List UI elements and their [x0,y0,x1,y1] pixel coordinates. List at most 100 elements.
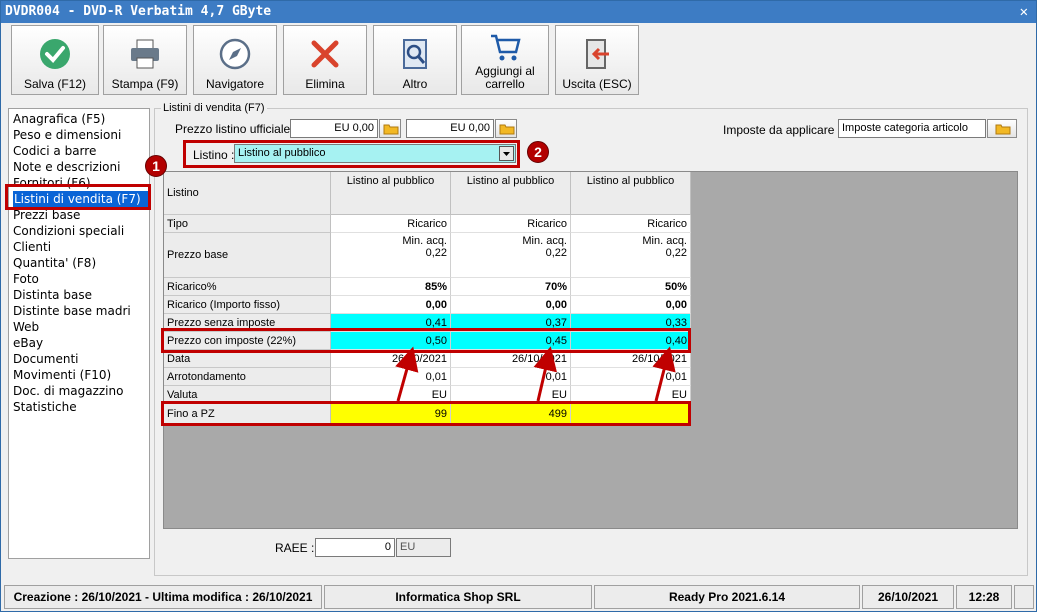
grid-cell[interactable]: 0,01 [451,368,571,386]
grid-cell[interactable]: Ricarico [331,215,451,233]
sidebar-item[interactable]: Fornitori (F6) [13,175,91,191]
sidebar-item[interactable]: Distinta base [13,287,92,303]
grid-cell[interactable]: EU [331,386,451,404]
exit-button[interactable]: Uscita (ESC) [555,25,639,95]
exit-label: Uscita (ESC) [562,77,632,91]
sidebar-item[interactable]: Documenti [13,351,79,367]
listino-select[interactable]: Listino al pubblico [234,144,516,163]
grid-cell[interactable]: 0,41 [331,314,451,332]
grid-cell[interactable]: EU [451,386,571,404]
grid-cell[interactable]: Min. acq. 0,22 [451,233,571,278]
add-to-cart-button[interactable]: Aggiungi al carrello [461,25,549,95]
grid-cell[interactable]: 0,01 [571,368,691,386]
grid-cell[interactable]: 26/10/2021 [571,350,691,368]
navigator-button[interactable]: Navigatore [193,25,277,95]
printer-icon [131,39,159,69]
magnifier-doc-icon [403,39,427,69]
grid-cell[interactable]: 0,45 [451,332,571,350]
grid-row-label: Fino a PZ [164,404,331,425]
folder-button-1[interactable] [379,119,401,138]
main-window: DVDR004 - DVD-R Verbatim 4,7 GByte ✕ Sal… [0,0,1037,612]
official-price-input-2[interactable]: EU 0,00 [406,119,494,138]
status-version: Ready Pro 2021.6.14 [594,585,860,609]
grid-column-header[interactable]: Listino al pubblico [331,172,451,215]
status-created: Creazione : 26/10/2021 - Ultima modifica… [4,585,322,609]
grid-cell[interactable]: 0,00 [451,296,571,314]
folder-button-2[interactable] [495,119,517,138]
grid-row-label: Prezzo con imposte (22%) [164,332,331,350]
official-price-label: Prezzo listino ufficiale : [175,122,297,136]
raee-input[interactable]: 0 [315,538,395,557]
grid-cell[interactable]: 0,01 [331,368,451,386]
close-icon[interactable]: ✕ [1020,1,1028,23]
other-label: Altro [402,77,428,91]
folder-icon [499,124,515,135]
grid-column-header[interactable]: Listino al pubblico [571,172,691,215]
grid-cell[interactable]: 85% [331,278,451,296]
grid-cell[interactable]: 0,00 [571,296,691,314]
grid-row-label: Prezzo base [164,233,331,278]
grid-cell[interactable]: 26/10/2021 [451,350,571,368]
save-label: Salva (F12) [23,77,87,91]
grid-cell[interactable]: 0,40 [571,332,691,350]
sidebar-item[interactable]: Listini di vendita (F7) [13,191,149,207]
grid-cell[interactable]: Ricarico [571,215,691,233]
grid-cell[interactable]: 0,33 [571,314,691,332]
delete-x-icon [311,40,339,68]
grid-cell[interactable]: 0,00 [331,296,451,314]
sidebar-item[interactable]: Distinte base madri [13,303,131,319]
sidebar-item[interactable]: Condizioni speciali [13,223,124,239]
sidebar-item[interactable]: Doc. di magazzino [13,383,123,399]
grid-cell[interactable]: 50% [571,278,691,296]
grid-cell[interactable]: 70% [451,278,571,296]
status-date: 26/10/2021 [862,585,954,609]
sidebar-item[interactable]: Clienti [13,239,51,255]
grid-cell[interactable] [571,404,691,425]
grid-cell[interactable]: EU [571,386,691,404]
sidebar-item[interactable]: Statistiche [13,399,77,415]
navigator-label: Navigatore [205,77,265,91]
sidebar-item[interactable]: Codici a barre [13,143,96,159]
sidebar-item[interactable]: Note e descrizioni [13,159,120,175]
grid-column-header[interactable]: Listino al pubblico [451,172,571,215]
grid-cell[interactable]: 0,37 [451,314,571,332]
add-to-cart-label-2: carrello [485,77,525,91]
grid-cell[interactable]: 499 [451,404,571,425]
taxes-folder-button[interactable] [987,119,1017,138]
sidebar-item[interactable]: Peso e dimensioni [13,127,121,143]
official-price-input-1[interactable]: EU 0,00 [290,119,378,138]
panel-title: Listini di vendita (F7) [161,102,267,114]
grid-row-label: Ricarico (Importo fisso) [164,296,331,314]
delete-label: Elimina [305,77,345,91]
annotation-badge-2: 2 [527,141,549,163]
save-button[interactable]: Salva (F12) [11,25,99,95]
grid-cell[interactable]: Min. acq. 0,22 [571,233,691,278]
chevron-down-icon[interactable] [499,146,514,161]
grid-cell[interactable]: 0,50 [331,332,451,350]
grid-corner-label: Listino [164,172,331,215]
grid-row-label: Prezzo senza imposte [164,314,331,332]
sidebar-item[interactable]: Prezzi base [13,207,80,223]
taxes-label: Imposte da applicare : [723,123,842,137]
grid-cell[interactable]: 99 [331,404,451,425]
sidebar-item[interactable]: Anagrafica (F5) [13,111,105,127]
sidebar-item[interactable]: Movimenti (F10) [13,367,111,383]
status-company: Informatica Shop SRL [324,585,592,609]
grid-cell[interactable]: Ricarico [451,215,571,233]
grid-cell[interactable]: 26/10/2021 [331,350,451,368]
grid-row-label: Ricarico% [164,278,331,296]
price-grid: Listino Listino al pubblico Listino al pub… [163,171,1018,529]
sidebar-item[interactable]: Web [13,319,39,335]
delete-button[interactable]: Elimina [283,25,367,95]
listino-label: Listino : [193,148,235,162]
grid-cell[interactable]: Min. acq. 0,22 [331,233,451,278]
raee-label: RAEE : [275,541,315,555]
cart-icon [491,34,521,61]
grid-row-label: Data [164,350,331,368]
sidebar-item[interactable]: Foto [13,271,39,287]
sidebar-item[interactable]: eBay [13,335,43,351]
other-button[interactable]: Altro [373,25,457,95]
print-button[interactable]: Stampa (F9) [103,25,187,95]
taxes-input[interactable]: Imposte categoria articolo [838,119,986,138]
sidebar-item[interactable]: Quantita' (F8) [13,255,96,271]
